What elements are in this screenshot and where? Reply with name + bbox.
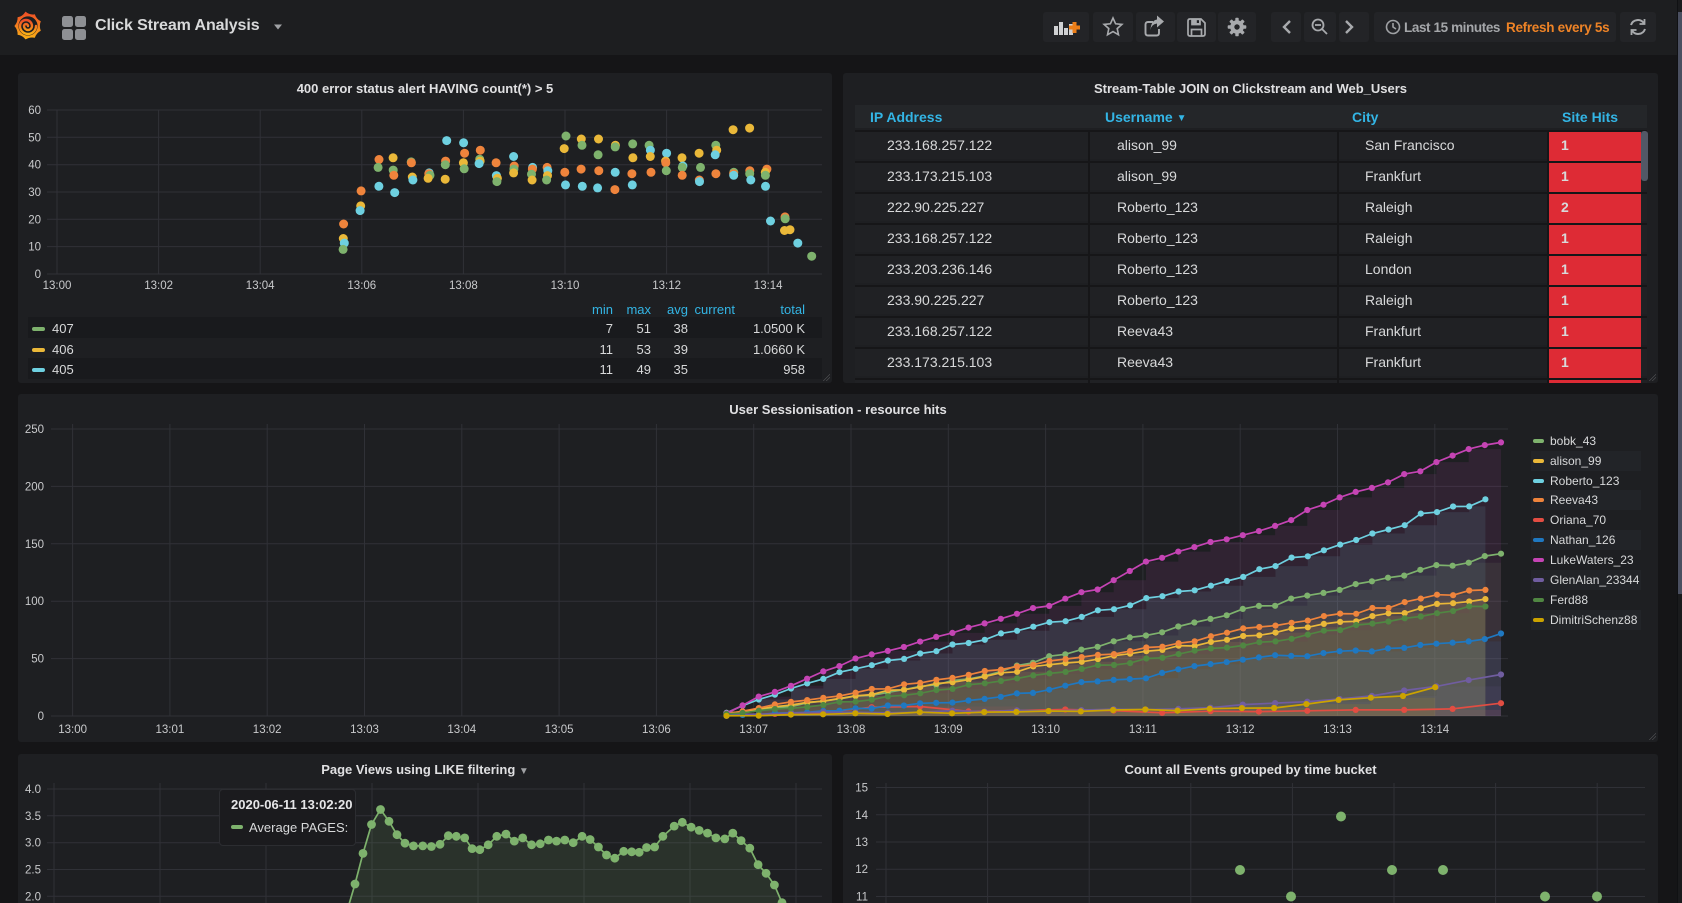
svg-text:13:00: 13:00 bbox=[58, 724, 87, 736]
svg-text:13:10: 13:10 bbox=[551, 280, 580, 292]
svg-text:4.0: 4.0 bbox=[25, 784, 41, 796]
svg-text:40: 40 bbox=[28, 160, 41, 172]
svg-text:14: 14 bbox=[855, 810, 868, 822]
svg-text:10: 10 bbox=[28, 242, 41, 254]
svg-text:13:14: 13:14 bbox=[754, 280, 783, 292]
svg-text:20: 20 bbox=[28, 214, 41, 226]
svg-text:250: 250 bbox=[25, 424, 44, 436]
svg-text:13:09: 13:09 bbox=[934, 724, 963, 736]
svg-text:3.5: 3.5 bbox=[25, 811, 41, 823]
svg-text:13:07: 13:07 bbox=[739, 724, 768, 736]
svg-text:100: 100 bbox=[25, 596, 44, 608]
svg-text:13:02: 13:02 bbox=[253, 724, 282, 736]
svg-text:30: 30 bbox=[28, 187, 41, 199]
svg-text:13:12: 13:12 bbox=[652, 280, 681, 292]
svg-text:13:06: 13:06 bbox=[642, 724, 671, 736]
svg-text:13:05: 13:05 bbox=[545, 724, 574, 736]
svg-text:150: 150 bbox=[25, 539, 44, 551]
svg-text:13:04: 13:04 bbox=[447, 724, 476, 736]
svg-text:11: 11 bbox=[856, 892, 868, 903]
svg-text:15: 15 bbox=[855, 783, 868, 795]
svg-text:13:08: 13:08 bbox=[449, 280, 478, 292]
svg-text:13: 13 bbox=[855, 837, 868, 849]
svg-text:50: 50 bbox=[31, 654, 44, 666]
svg-text:60: 60 bbox=[28, 105, 41, 117]
svg-text:50: 50 bbox=[28, 132, 41, 144]
svg-text:13:03: 13:03 bbox=[350, 724, 379, 736]
svg-text:0: 0 bbox=[38, 711, 44, 723]
svg-text:200: 200 bbox=[25, 481, 44, 493]
svg-text:3.0: 3.0 bbox=[25, 838, 41, 850]
svg-text:13:00: 13:00 bbox=[43, 280, 72, 292]
svg-text:12: 12 bbox=[855, 864, 868, 876]
svg-text:13:08: 13:08 bbox=[837, 724, 866, 736]
svg-text:13:01: 13:01 bbox=[156, 724, 185, 736]
svg-text:13:12: 13:12 bbox=[1226, 724, 1255, 736]
svg-text:2.5: 2.5 bbox=[25, 865, 41, 877]
svg-text:13:14: 13:14 bbox=[1420, 724, 1449, 736]
svg-text:13:02: 13:02 bbox=[144, 280, 173, 292]
svg-text:13:13: 13:13 bbox=[1323, 724, 1352, 736]
svg-text:2.0: 2.0 bbox=[25, 891, 41, 903]
svg-text:0: 0 bbox=[35, 269, 41, 281]
svg-text:13:10: 13:10 bbox=[1031, 724, 1060, 736]
svg-text:13:11: 13:11 bbox=[1129, 724, 1157, 736]
svg-text:13:06: 13:06 bbox=[347, 280, 376, 292]
svg-text:13:04: 13:04 bbox=[246, 280, 275, 292]
